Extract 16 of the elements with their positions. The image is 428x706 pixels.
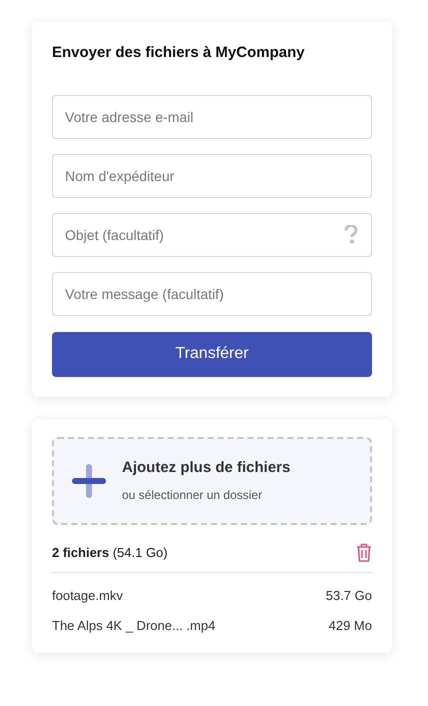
file-name: footage.mkv	[52, 587, 123, 605]
file-size: 429 Mo	[328, 616, 372, 634]
files-summary: 2 fichiers (54.1 Go)	[52, 544, 168, 562]
input-field[interactable]: Votre adresse e-mail	[52, 94, 372, 138]
add-files-dropzone[interactable]: Ajoutez plus de fichiers ou sélectionner un dossier	[52, 436, 372, 524]
file-size: 53.7 Go	[326, 587, 372, 605]
form-title: Envoyer des fichiers à MyCompany	[52, 43, 306, 63]
input-field[interactable]: Objet (facultatif)	[52, 212, 372, 256]
add-files-subtitle: ou sélectionner un dossier	[122, 486, 264, 504]
add-files-title: Ajoutez plus de fichiers	[122, 458, 290, 478]
file-name: The Alps 4K _ Drone... .mp4	[52, 616, 216, 635]
input-field[interactable]: Votre message (facultatif)	[52, 272, 372, 316]
input-field[interactable]: Nom d'expéditeur	[52, 154, 372, 198]
plus-icon	[72, 464, 106, 498]
trash-icon[interactable]	[356, 542, 372, 562]
transfer-button[interactable]: Transférer	[52, 332, 372, 376]
